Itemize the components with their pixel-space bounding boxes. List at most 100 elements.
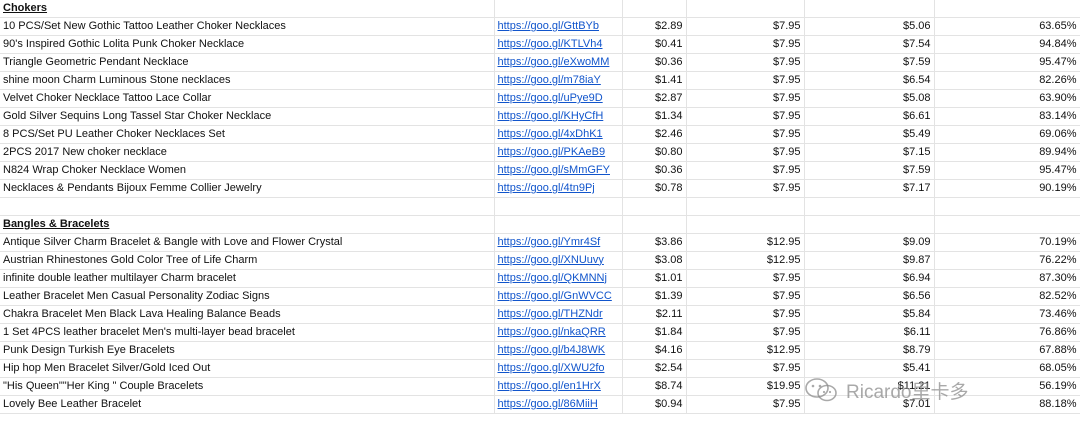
cost-cell[interactable]: $1.41: [622, 71, 687, 91]
margin-cell[interactable]: 90.19%: [934, 179, 1080, 199]
margin-cell[interactable]: 89.94%: [934, 143, 1080, 163]
product-name-cell[interactable]: Triangle Geometric Pendant Necklace: [0, 53, 495, 73]
product-link[interactable]: https://goo.gl/PKAeB9: [498, 146, 606, 158]
margin-cell[interactable]: 83.14%: [934, 107, 1080, 127]
margin-cell[interactable]: 63.90%: [934, 89, 1080, 109]
product-link-cell[interactable]: https://goo.gl/GttBYb: [494, 17, 623, 37]
product-name-cell[interactable]: Chakra Bracelet Men Black Lava Healing B…: [0, 305, 495, 324]
product-name-cell[interactable]: Austrian Rhinestones Gold Color Tree of …: [0, 251, 495, 270]
product-link[interactable]: https://goo.gl/b4J8WK: [498, 344, 606, 356]
margin-cell[interactable]: 73.46%: [934, 305, 1080, 324]
empty-cell[interactable]: [934, 215, 1080, 234]
product-link-cell[interactable]: https://goo.gl/en1HrX: [494, 377, 623, 396]
product-link-cell[interactable]: https://goo.gl/4tn9Pj: [494, 179, 623, 199]
profit-cell[interactable]: $7.17: [804, 179, 935, 199]
cost-cell[interactable]: $2.46: [622, 125, 687, 145]
product-link[interactable]: https://goo.gl/en1HrX: [498, 380, 601, 392]
profit-cell[interactable]: $5.06: [804, 17, 935, 37]
product-link[interactable]: https://goo.gl/sMmGFY: [498, 164, 610, 176]
empty-cell[interactable]: [804, 0, 935, 19]
product-link-cell[interactable]: https://goo.gl/GnWVCC: [494, 287, 623, 306]
product-link[interactable]: https://goo.gl/KHyCfH: [498, 110, 604, 122]
price-cell[interactable]: $7.95: [686, 71, 805, 91]
price-cell[interactable]: $7.95: [686, 35, 805, 55]
product-name-cell[interactable]: shine moon Charm Luminous Stone necklace…: [0, 71, 495, 91]
price-cell[interactable]: $7.95: [686, 287, 805, 306]
price-cell[interactable]: $7.95: [686, 125, 805, 145]
product-link[interactable]: https://goo.gl/86MiiH: [498, 398, 598, 410]
cost-cell[interactable]: $3.86: [622, 233, 687, 252]
cost-cell[interactable]: $1.01: [622, 269, 687, 288]
section-title[interactable]: Chokers: [0, 0, 495, 19]
empty-cell[interactable]: [686, 215, 805, 234]
margin-cell[interactable]: 88.18%: [934, 395, 1080, 414]
price-cell[interactable]: $7.95: [686, 179, 805, 199]
cost-cell[interactable]: $0.94: [622, 395, 687, 414]
price-cell[interactable]: $7.95: [686, 269, 805, 288]
product-name-cell[interactable]: Necklaces & Pendants Bijoux Femme Collie…: [0, 179, 495, 199]
product-name-cell[interactable]: 2PCS 2017 New choker necklace: [0, 143, 495, 163]
margin-cell[interactable]: 63.65%: [934, 17, 1080, 37]
empty-cell[interactable]: [804, 215, 935, 234]
price-cell[interactable]: $7.95: [686, 17, 805, 37]
product-link-cell[interactable]: https://goo.gl/Ymr4Sf: [494, 233, 623, 252]
cost-cell[interactable]: $0.80: [622, 143, 687, 163]
product-link-cell[interactable]: https://goo.gl/PKAeB9: [494, 143, 623, 163]
profit-cell[interactable]: $7.01: [804, 395, 935, 414]
product-link-cell[interactable]: https://goo.gl/b4J8WK: [494, 341, 623, 360]
price-cell[interactable]: $12.95: [686, 341, 805, 360]
price-cell[interactable]: $19.95: [686, 377, 805, 396]
empty-cell[interactable]: [622, 197, 687, 216]
margin-cell[interactable]: 87.30%: [934, 269, 1080, 288]
price-cell[interactable]: $7.95: [686, 323, 805, 342]
product-name-cell[interactable]: 90's Inspired Gothic Lolita Punk Choker …: [0, 35, 495, 55]
product-link-cell[interactable]: https://goo.gl/4xDhK1: [494, 125, 623, 145]
price-cell[interactable]: $12.95: [686, 233, 805, 252]
product-link-cell[interactable]: https://goo.gl/uPye9D: [494, 89, 623, 109]
cost-cell[interactable]: $2.11: [622, 305, 687, 324]
product-link-cell[interactable]: https://goo.gl/QKMNNj: [494, 269, 623, 288]
profit-cell[interactable]: $7.54: [804, 35, 935, 55]
profit-cell[interactable]: $5.41: [804, 359, 935, 378]
margin-cell[interactable]: 70.19%: [934, 233, 1080, 252]
empty-cell[interactable]: [686, 197, 805, 216]
product-name-cell[interactable]: 10 PCS/Set New Gothic Tattoo Leather Cho…: [0, 17, 495, 37]
product-name-cell[interactable]: Gold Silver Sequins Long Tassel Star Cho…: [0, 107, 495, 127]
product-link[interactable]: https://goo.gl/eXwoMM: [498, 56, 610, 68]
product-name-cell[interactable]: infinite double leather multilayer Charm…: [0, 269, 495, 288]
empty-cell[interactable]: [622, 215, 687, 234]
product-link[interactable]: https://goo.gl/Ymr4Sf: [498, 236, 601, 248]
product-name-cell[interactable]: Hip hop Men Bracelet Silver/Gold Iced Ou…: [0, 359, 495, 378]
profit-cell[interactable]: $6.11: [804, 323, 935, 342]
cost-cell[interactable]: $0.78: [622, 179, 687, 199]
product-link[interactable]: https://goo.gl/GttBYb: [498, 20, 600, 32]
empty-cell[interactable]: [494, 0, 623, 19]
product-link[interactable]: https://goo.gl/nkaQRR: [498, 326, 606, 338]
empty-cell[interactable]: [494, 197, 623, 216]
cost-cell[interactable]: $2.54: [622, 359, 687, 378]
empty-cell[interactable]: [804, 197, 935, 216]
margin-cell[interactable]: 94.84%: [934, 35, 1080, 55]
cost-cell[interactable]: $1.84: [622, 323, 687, 342]
price-cell[interactable]: $7.95: [686, 305, 805, 324]
product-link-cell[interactable]: https://goo.gl/eXwoMM: [494, 53, 623, 73]
price-cell[interactable]: $12.95: [686, 251, 805, 270]
section-title[interactable]: Bangles & Bracelets: [0, 215, 495, 234]
cost-cell[interactable]: $8.74: [622, 377, 687, 396]
margin-cell[interactable]: 68.05%: [934, 359, 1080, 378]
product-name-cell[interactable]: Leather Bracelet Men Casual Personality …: [0, 287, 495, 306]
product-link[interactable]: https://goo.gl/KTLVh4: [498, 38, 603, 50]
product-name-cell[interactable]: Velvet Choker Necklace Tattoo Lace Colla…: [0, 89, 495, 109]
product-link-cell[interactable]: https://goo.gl/KTLVh4: [494, 35, 623, 55]
profit-cell[interactable]: $9.09: [804, 233, 935, 252]
margin-cell[interactable]: 82.52%: [934, 287, 1080, 306]
margin-cell[interactable]: 76.86%: [934, 323, 1080, 342]
profit-cell[interactable]: $7.59: [804, 161, 935, 181]
price-cell[interactable]: $7.95: [686, 89, 805, 109]
product-link-cell[interactable]: https://goo.gl/m78iaY: [494, 71, 623, 91]
product-link-cell[interactable]: https://goo.gl/nkaQRR: [494, 323, 623, 342]
price-cell[interactable]: $7.95: [686, 359, 805, 378]
empty-cell[interactable]: [622, 0, 687, 19]
empty-cell[interactable]: [494, 215, 623, 234]
margin-cell[interactable]: 95.47%: [934, 53, 1080, 73]
